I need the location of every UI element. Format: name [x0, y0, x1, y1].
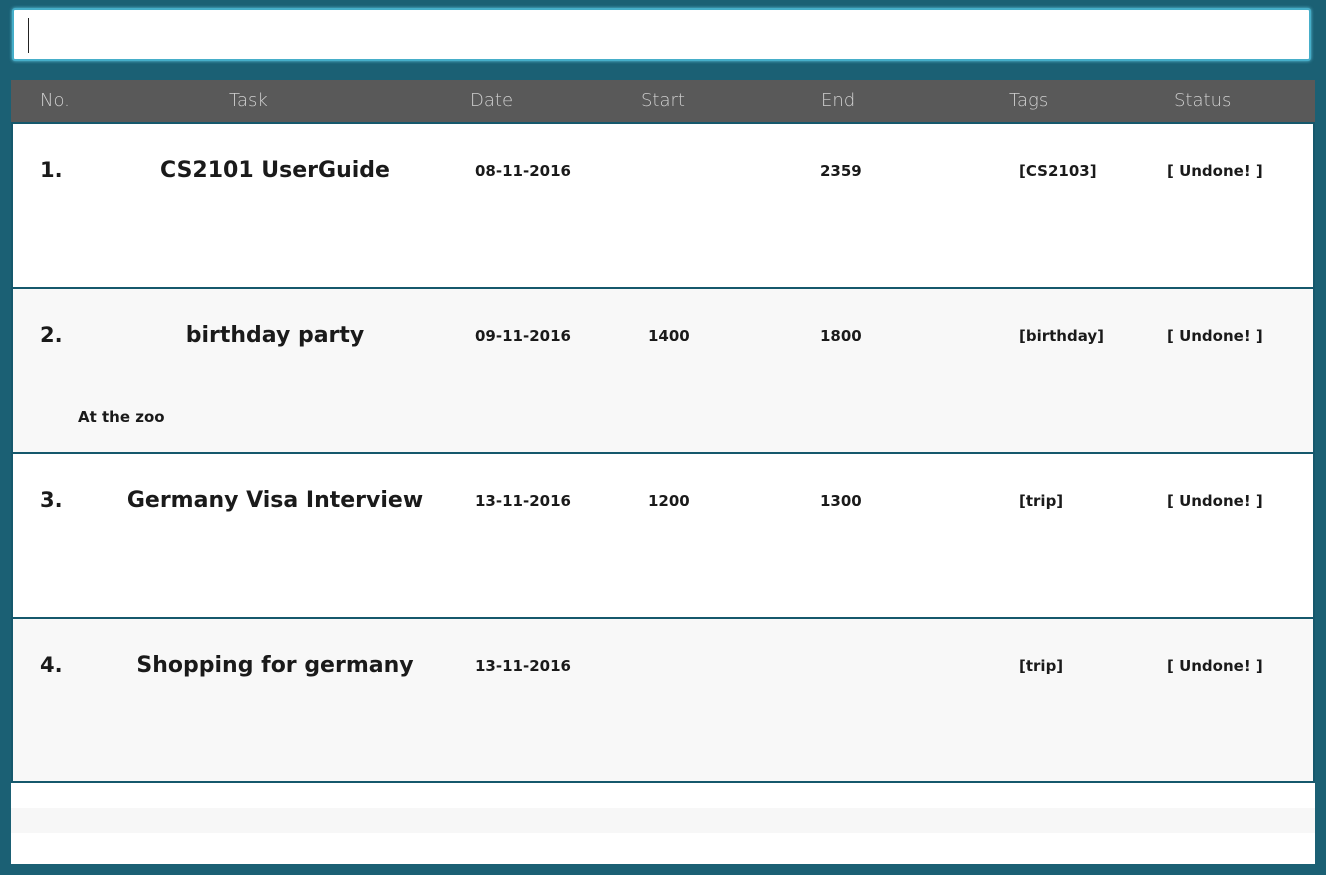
task-name: Shopping for germany [136, 653, 414, 678]
task-list-header: No. Task Date Start End Tags Status [11, 80, 1315, 122]
task-start: 1200 [648, 492, 690, 510]
task-card[interactable]: 1. CS2101 UserGuide 08-11-2016 2359 [CS2… [11, 122, 1315, 287]
task-note: At the zoo [78, 408, 165, 426]
column-header-end: End [821, 90, 856, 111]
task-name: birthday party [185, 323, 365, 348]
task-status: [ Undone! ] [1167, 162, 1263, 180]
task-status: [ Undone! ] [1167, 657, 1263, 675]
column-header-date: Date [470, 90, 514, 111]
task-status: [ Undone! ] [1167, 492, 1263, 510]
command-input[interactable] [12, 8, 1311, 61]
task-name: Germany Visa Interview [126, 488, 424, 513]
task-status: [ Undone! ] [1167, 327, 1263, 345]
task-start: 1400 [648, 327, 690, 345]
task-date: 13-11-2016 [475, 492, 571, 510]
task-card[interactable]: 4. Shopping for germany 13-11-2016 [trip… [11, 617, 1315, 783]
task-end: 2359 [820, 162, 862, 180]
task-end: 1800 [820, 327, 862, 345]
task-card[interactable]: 2. birthday party 09-11-2016 1400 1800 [… [11, 287, 1315, 452]
column-header-tags: Tags [1009, 90, 1049, 111]
task-end: 1300 [820, 492, 862, 510]
task-index: 2. [40, 323, 63, 347]
task-tags: [trip] [1019, 657, 1064, 675]
task-index: 1. [40, 158, 63, 182]
column-header-no: No. [40, 90, 70, 111]
task-date: 09-11-2016 [475, 327, 571, 345]
task-date: 08-11-2016 [475, 162, 571, 180]
task-index: 3. [40, 488, 63, 512]
text-caret [28, 18, 29, 53]
column-header-task: Task [229, 90, 268, 111]
task-card[interactable]: 3. Germany Visa Interview 13-11-2016 120… [11, 452, 1315, 617]
task-tags: [CS2103] [1019, 162, 1097, 180]
empty-list-row [11, 808, 1315, 833]
task-list[interactable]: 1. CS2101 UserGuide 08-11-2016 2359 [CS2… [11, 122, 1315, 864]
task-tags: [trip] [1019, 492, 1064, 510]
task-index: 4. [40, 653, 63, 677]
task-date: 13-11-2016 [475, 657, 571, 675]
task-tags: [birthday] [1019, 327, 1105, 345]
column-header-start: Start [641, 90, 685, 111]
column-header-status: Status [1174, 90, 1232, 111]
task-name: CS2101 UserGuide [160, 158, 390, 183]
